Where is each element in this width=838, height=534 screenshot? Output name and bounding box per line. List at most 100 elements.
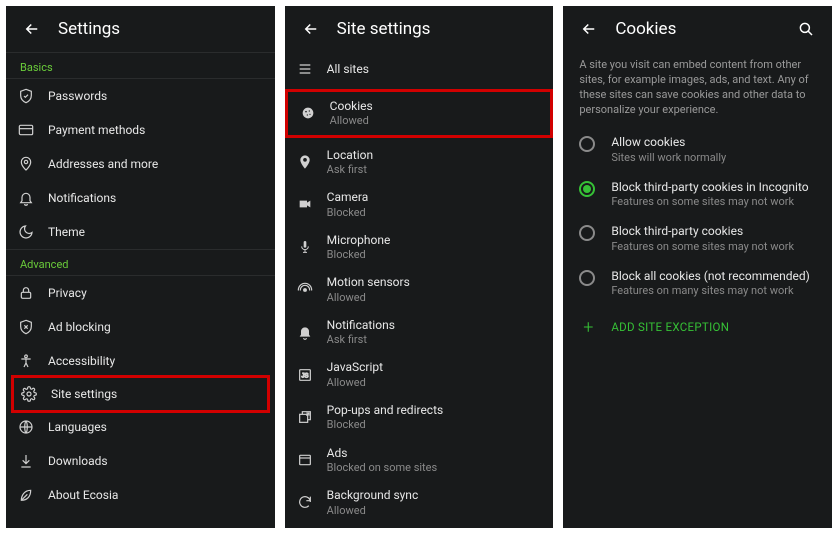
sublabel: Blocked (327, 206, 542, 219)
label: JavaScript (327, 360, 542, 374)
sublabel: Blocked (327, 248, 542, 261)
download-icon (18, 453, 48, 469)
label: About Ecosia (48, 488, 263, 502)
label: Passwords (48, 89, 263, 103)
site-settings-panel: Site settings All sites Cookies Allowed … (285, 6, 554, 528)
settings-item-theme[interactable]: Theme (6, 215, 275, 249)
label: Addresses and more (48, 157, 263, 171)
ads-icon (297, 452, 327, 468)
label: Theme (48, 225, 263, 239)
back-button[interactable] (571, 11, 607, 47)
radio-icon (579, 270, 595, 286)
settings-item-passwords[interactable]: Passwords (6, 79, 275, 113)
label: Notifications (48, 191, 263, 205)
search-icon (797, 20, 815, 38)
label: Pop-ups and redirects (327, 403, 542, 417)
settings-item-privacy[interactable]: Privacy (6, 276, 275, 310)
back-button[interactable] (14, 11, 50, 47)
label: Privacy (48, 286, 263, 300)
sublabel: Allowed (327, 376, 542, 389)
gear-icon (21, 386, 51, 402)
cookies-panel: Cookies A site you visit can embed conte… (563, 6, 832, 528)
cookie-option-allow[interactable]: Allow cookies Sites will work normally (563, 127, 832, 171)
arrow-left-icon (302, 20, 320, 38)
site-item-microphone[interactable]: Microphone Blocked (285, 226, 554, 269)
svg-text:JS: JS (301, 373, 308, 379)
popup-icon (297, 409, 327, 425)
settings-item-notifications[interactable]: Notifications (6, 181, 275, 215)
site-item-popups[interactable]: Pop-ups and redirects Blocked (285, 396, 554, 439)
cookie-option-block-incognito[interactable]: Block third-party cookies in Incognito F… (563, 172, 832, 216)
settings-item-accessibility[interactable]: Accessibility (6, 344, 275, 378)
sublabel: Features on many sites may not work (611, 284, 816, 297)
microphone-icon (297, 239, 327, 255)
cookie-option-block-all[interactable]: Block all cookies (not recommended) Feat… (563, 261, 832, 305)
section-advanced-label: Advanced (6, 249, 275, 276)
settings-item-about-ecosia[interactable]: About Ecosia (6, 478, 275, 512)
settings-item-site-settings[interactable]: Site settings (11, 375, 270, 413)
motion-icon (297, 282, 327, 298)
label: Block all cookies (not recommended) (611, 269, 816, 283)
site-item-notifications[interactable]: Notifications Ask first (285, 311, 554, 354)
label: Ads (327, 446, 542, 460)
location-icon (297, 154, 327, 170)
bell-icon (18, 190, 48, 206)
add-site-exception-button[interactable]: + ADD SITE EXCEPTION (563, 305, 832, 350)
radio-icon (579, 136, 595, 152)
sublabel: Blocked (327, 418, 542, 431)
accessibility-icon (18, 353, 48, 369)
sublabel: Allowed (330, 114, 539, 127)
settings-item-adblocking[interactable]: Ad blocking (6, 310, 275, 344)
label: All sites (327, 62, 542, 76)
sublabel: Blocked on some sites (327, 461, 542, 474)
globe-icon (18, 419, 48, 435)
sync-icon (297, 494, 327, 510)
javascript-icon: JS (297, 367, 327, 383)
section-basics-label: Basics (6, 52, 275, 79)
pin-icon (18, 156, 48, 172)
site-item-all-sites[interactable]: All sites (285, 52, 554, 86)
leaf-icon (18, 487, 48, 503)
plus-icon: + (579, 317, 597, 338)
settings-item-downloads[interactable]: Downloads (6, 444, 275, 478)
cookies-description: A site you visit can embed content from … (563, 52, 832, 127)
search-button[interactable] (788, 11, 824, 47)
back-button[interactable] (293, 11, 329, 47)
label: Languages (48, 420, 263, 434)
lock-icon (18, 285, 48, 301)
label: Block third-party cookies (611, 224, 816, 238)
radio-icon (579, 225, 595, 241)
camera-icon (297, 196, 327, 212)
label: ADD SITE EXCEPTION (611, 320, 729, 334)
site-item-location[interactable]: Location Ask first (285, 141, 554, 184)
header: Site settings (285, 6, 554, 52)
site-item-cookies[interactable]: Cookies Allowed (285, 89, 554, 138)
cookie-option-block-thirdparty[interactable]: Block third-party cookies Features on so… (563, 216, 832, 260)
radio-icon (579, 181, 595, 197)
label: Site settings (51, 387, 260, 401)
label: Block third-party cookies in Incognito (611, 180, 816, 194)
page-title: Site settings (337, 19, 546, 39)
site-item-camera[interactable]: Camera Blocked (285, 183, 554, 226)
sublabel: Ask first (327, 163, 542, 176)
bell-icon (297, 324, 327, 340)
sublabel: Ask first (327, 333, 542, 346)
site-item-javascript[interactable]: JS JavaScript Allowed (285, 353, 554, 396)
label: Microphone (327, 233, 542, 247)
sublabel: Sites will work normally (611, 151, 816, 164)
label: Camera (327, 190, 542, 204)
label: Notifications (327, 318, 542, 332)
card-icon (18, 122, 48, 138)
label: Cookies (330, 99, 539, 113)
site-item-background-sync[interactable]: Background sync Allowed (285, 481, 554, 524)
label: Motion sensors (327, 275, 542, 289)
settings-item-addresses[interactable]: Addresses and more (6, 147, 275, 181)
site-item-motion-sensors[interactable]: Motion sensors Allowed (285, 268, 554, 311)
site-item-ads[interactable]: Ads Blocked on some sites (285, 439, 554, 482)
label: Location (327, 148, 542, 162)
page-title: Settings (58, 19, 267, 39)
settings-item-payment-methods[interactable]: Payment methods (6, 113, 275, 147)
settings-item-languages[interactable]: Languages (6, 410, 275, 444)
shield-x-icon (18, 319, 48, 335)
sublabel: Allowed (327, 504, 542, 517)
